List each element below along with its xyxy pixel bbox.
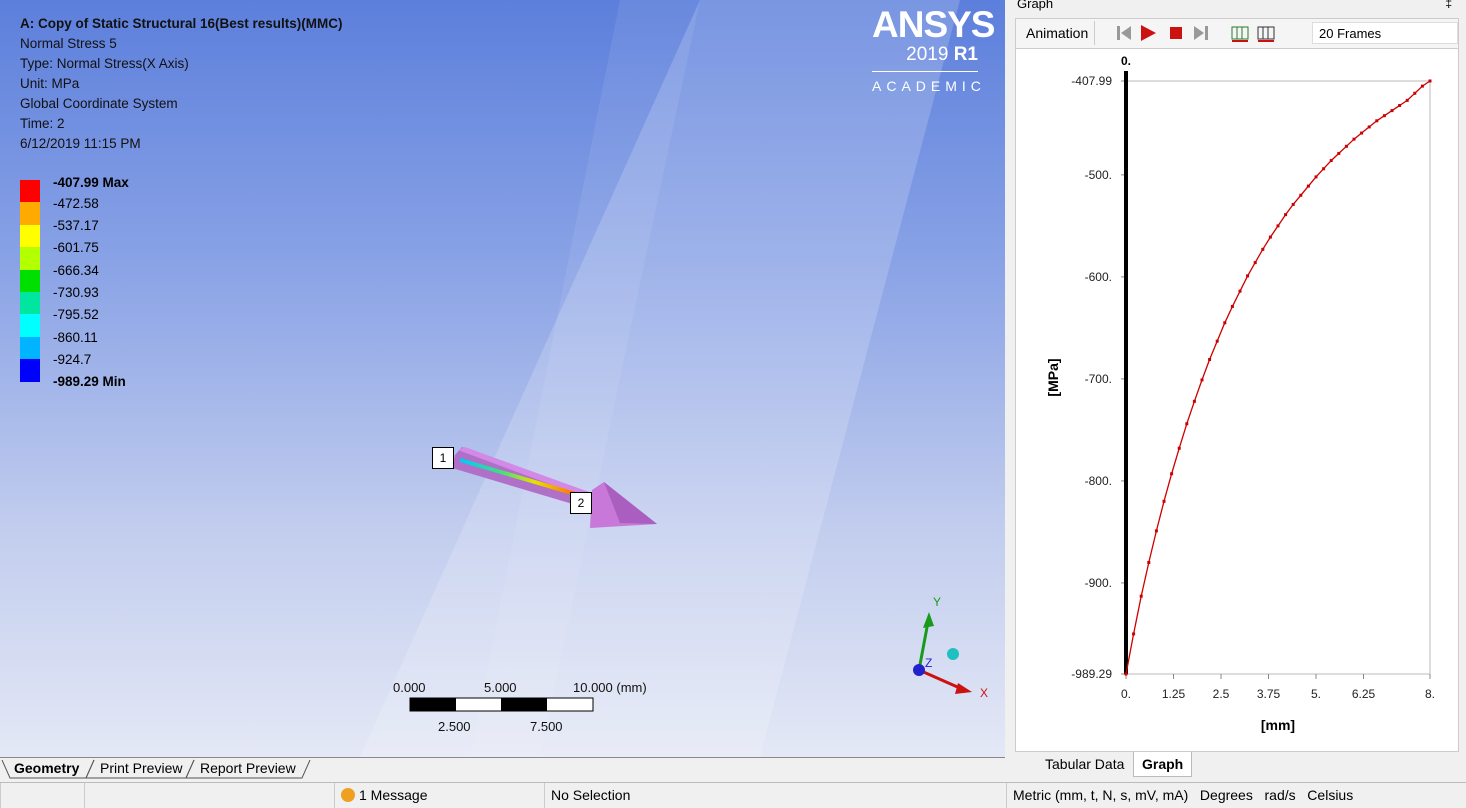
- plot-frame: [1125, 80, 1431, 675]
- geometry-viewport[interactable]: A: Copy of Static Structural 16(Best res…: [0, 0, 1005, 757]
- data-point: [1253, 261, 1257, 265]
- y-axis-label: [MPa]: [1045, 358, 1061, 396]
- y-tick-label: -600.: [1085, 270, 1112, 284]
- graph-panel: Graph ‡ Animation 20 Frames -407.99 -500.…: [1005, 0, 1466, 782]
- data-point: [1398, 103, 1402, 107]
- data-point: [1329, 159, 1333, 163]
- data-point: [1268, 235, 1272, 239]
- tab-print-preview[interactable]: Print Preview: [96, 758, 186, 778]
- data-point: [1185, 422, 1189, 426]
- play-icon[interactable]: [1138, 23, 1158, 43]
- stop-icon[interactable]: [1166, 23, 1186, 43]
- y-tick-label: -800.: [1085, 474, 1112, 488]
- y-tick-label: -989.29: [1071, 667, 1112, 681]
- x-axis-label: [mm]: [1261, 717, 1295, 733]
- data-point: [1177, 446, 1181, 450]
- triad-y-label: Y: [933, 595, 942, 609]
- data-point: [1375, 119, 1379, 123]
- axis-triad[interactable]: [0, 0, 1005, 757]
- next-frame-icon[interactable]: [1191, 23, 1211, 43]
- cursor-label: 0.: [1121, 54, 1131, 68]
- data-point: [1162, 499, 1166, 503]
- data-point: [1238, 289, 1242, 293]
- tab-tabular-data[interactable]: Tabular Data: [1037, 752, 1132, 776]
- data-point: [1230, 304, 1234, 308]
- data-point: [1428, 79, 1432, 83]
- y-tick-label: -700.: [1085, 372, 1112, 386]
- animation-toolbar: Animation 20 Frames: [1015, 18, 1459, 50]
- x-tick-label: 6.25: [1352, 687, 1376, 701]
- data-point: [1413, 91, 1417, 95]
- triad-z-label: Z: [925, 656, 933, 670]
- data-point: [1420, 84, 1424, 88]
- messages-text: 1 Message: [359, 787, 428, 803]
- x-tick-label: 2.5: [1213, 687, 1230, 701]
- pin-icon[interactable]: ‡: [1445, 0, 1452, 10]
- data-point: [1124, 672, 1128, 676]
- data-point: [1276, 224, 1280, 228]
- data-point: [1352, 137, 1356, 141]
- data-point: [1223, 321, 1227, 325]
- data-point: [1322, 167, 1326, 171]
- data-point: [1261, 247, 1265, 251]
- data-point: [1132, 632, 1136, 636]
- data-point: [1200, 378, 1204, 382]
- data-point: [1208, 358, 1212, 362]
- animation-label: Animation: [1020, 21, 1096, 45]
- y-tick-label: -407.99: [1071, 74, 1112, 88]
- tab-graph[interactable]: Graph: [1133, 752, 1193, 777]
- triad-x-label: X: [980, 686, 989, 700]
- x-tick-label: 3.75: [1257, 687, 1281, 701]
- frames-select[interactable]: 20 Frames: [1312, 22, 1458, 44]
- data-point: [1147, 561, 1151, 565]
- graph-plot-area[interactable]: -407.99 -500. -600. -700. -800. -900. -989.29 0…: [1015, 48, 1459, 752]
- previous-frame-icon[interactable]: [1114, 23, 1134, 43]
- data-point: [1360, 131, 1364, 135]
- x-tick-label: 0.: [1121, 687, 1131, 701]
- units-status[interactable]: Metric (mm, t, N, s, mV, mA) Degrees rad…: [1006, 783, 1466, 808]
- viewport-tabs: Geometry Print Preview Report Preview: [0, 757, 1005, 781]
- status-cell-empty: [84, 783, 334, 808]
- tab-report-preview[interactable]: Report Preview: [196, 758, 300, 778]
- data-point: [1390, 109, 1394, 113]
- data-point: [1215, 339, 1219, 343]
- selection-status: No Selection: [544, 783, 1006, 808]
- data-point: [1299, 193, 1303, 197]
- data-point: [1344, 144, 1348, 148]
- y-tick-label: -500.: [1085, 168, 1112, 182]
- data-point: [1314, 175, 1318, 179]
- data-point: [1284, 213, 1288, 217]
- data-point: [1154, 529, 1158, 533]
- status-cell-empty: [0, 783, 84, 808]
- messages-indicator[interactable]: 1 Message: [334, 783, 544, 808]
- graph-panel-title: Graph: [1017, 0, 1054, 11]
- data-point: [1405, 98, 1409, 102]
- status-bar: 1 Message No Selection Metric (mm, t, N,…: [0, 782, 1466, 808]
- y-tick-label: -900.: [1085, 576, 1112, 590]
- data-point: [1382, 114, 1386, 118]
- data-point: [1306, 184, 1310, 188]
- result-sets-icon[interactable]: [1256, 23, 1276, 43]
- data-point: [1192, 399, 1196, 403]
- x-tick-label: 8.: [1425, 687, 1435, 701]
- data-point: [1367, 125, 1371, 129]
- tab-geometry[interactable]: Geometry: [10, 758, 83, 778]
- x-tick-label: 5.: [1311, 687, 1321, 701]
- graph-tabs: Tabular Data Graph: [1005, 752, 1466, 782]
- data-point: [1291, 202, 1295, 206]
- data-point: [1170, 472, 1174, 476]
- x-tick-label: 1.25: [1162, 687, 1186, 701]
- stress-line-chart: -407.99 -500. -600. -700. -800. -900. -989.29 0…: [1045, 54, 1435, 733]
- data-point: [1246, 274, 1250, 278]
- series-line: [1125, 80, 1431, 675]
- data-point: [1337, 151, 1341, 155]
- distributed-frames-icon[interactable]: [1230, 23, 1250, 43]
- message-icon: [341, 788, 355, 802]
- data-point: [1139, 594, 1143, 598]
